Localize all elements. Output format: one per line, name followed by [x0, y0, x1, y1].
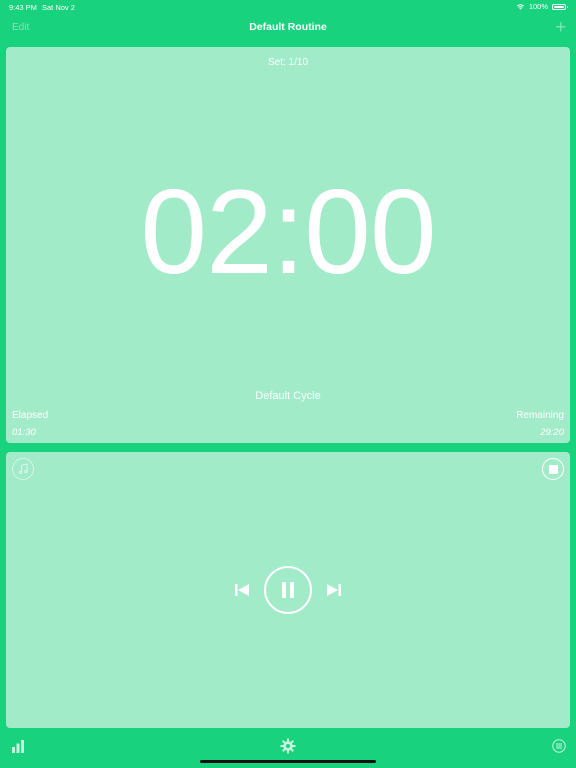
stop-button[interactable]: [542, 458, 564, 480]
battery-percent: 100%: [528, 2, 548, 11]
pause-icon: [282, 582, 286, 598]
nav-bar: Edit Default Routine +: [0, 16, 576, 40]
music-button[interactable]: [12, 458, 34, 480]
battery-icon: [552, 3, 568, 10]
set-counter: Set: 1/10: [267, 57, 309, 68]
status-date: Sat Nov 2: [42, 3, 75, 12]
remaining-value: 29:20: [540, 427, 564, 438]
add-button[interactable]: +: [555, 17, 566, 38]
skip-back-icon[interactable]: [234, 582, 250, 598]
stop-icon: [548, 464, 558, 474]
elapsed-label: Elapsed: [12, 410, 49, 421]
time-display: 02:00: [140, 165, 436, 299]
status-bar: 9:43 PM Sat Nov 2 100%: [0, 0, 576, 16]
remaining-label: Remaining: [516, 410, 564, 421]
page-title: Default Routine: [249, 21, 327, 33]
gear-icon[interactable]: [280, 738, 296, 754]
list-icon[interactable]: [552, 739, 566, 753]
wifi-icon: [516, 4, 524, 10]
status-time: 9:43 PM: [9, 3, 37, 12]
skip-forward-icon[interactable]: [326, 582, 342, 598]
bar-chart-icon[interactable]: [11, 739, 25, 753]
status-indicators: 100%: [516, 2, 568, 11]
music-note-icon: [18, 463, 28, 474]
home-indicator: [200, 760, 376, 763]
pause-icon: [290, 582, 294, 598]
elapsed-value: 01:30: [12, 427, 36, 438]
timer-panel: Set: 1/10 02:00 Default Cycle Elapsed 01…: [6, 47, 570, 443]
pause-button[interactable]: [264, 566, 312, 614]
cycle-name: Default Cycle: [255, 390, 321, 402]
transport-controls: [6, 566, 570, 614]
player-panel: [6, 452, 570, 728]
